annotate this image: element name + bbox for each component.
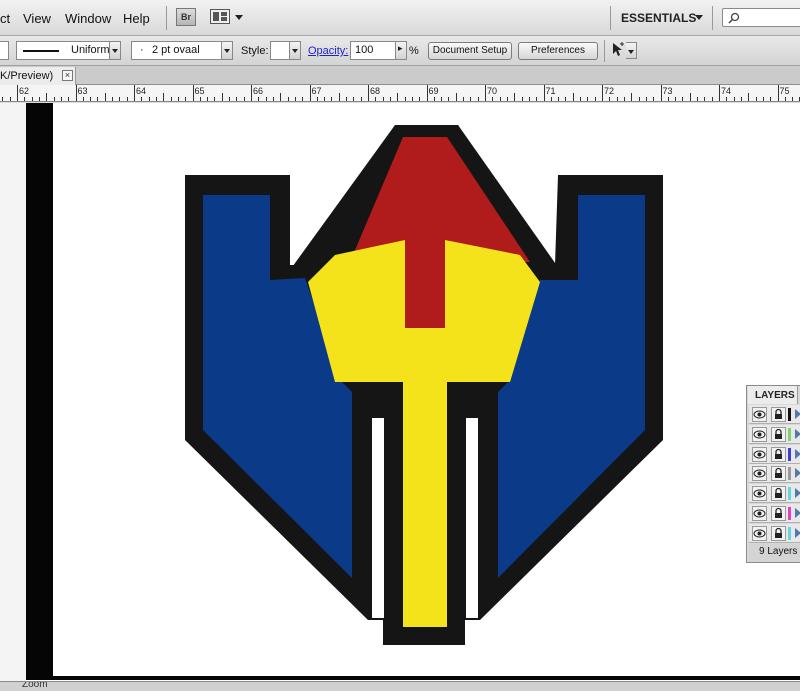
status-bar: Zoom [0,681,800,691]
eye-icon[interactable] [752,407,767,422]
eye-icon[interactable] [752,525,767,541]
lock-icon[interactable] [771,446,786,462]
lock-icon[interactable] [771,407,786,422]
eye-icon[interactable] [752,466,767,482]
expand-arrow-icon[interactable] [795,428,800,439]
layer-color-swatch [788,526,791,540]
layers-panel-tab[interactable]: LAYERS [748,386,798,404]
lock-icon[interactable] [771,426,786,442]
layers-panel-title: LAYERS [755,390,795,401]
layer-color-swatch [788,467,791,481]
expand-arrow-icon[interactable] [795,448,800,459]
eye-icon[interactable] [752,426,767,442]
lock-icon[interactable] [771,486,786,502]
expand-arrow-icon[interactable] [795,488,800,499]
layers-count: 9 Layers [759,546,798,557]
layer-row[interactable] [749,444,800,464]
layer-color-swatch [788,427,791,441]
lock-icon[interactable] [771,506,786,521]
lock-icon[interactable] [771,525,786,541]
expand-arrow-icon[interactable] [795,468,800,479]
layer-row[interactable] [749,405,800,424]
zoom-level[interactable]: Zoom [22,682,48,690]
logo-red-stem [405,240,445,328]
eye-icon[interactable] [752,446,767,462]
layer-color-swatch [788,507,791,520]
logo-yellow-stem [403,380,447,627]
eye-icon[interactable] [752,486,767,502]
layer-row[interactable] [749,504,800,523]
layer-color-swatch [788,408,791,421]
layers-footer: 9 Layers [749,544,800,562]
logo-right-gap [466,418,478,618]
layer-row[interactable] [749,464,800,484]
layer-color-swatch [788,487,791,501]
layer-row[interactable] [749,523,800,543]
layer-row[interactable] [749,424,800,444]
logo-artwork[interactable] [0,0,800,691]
layer-row[interactable] [749,484,800,504]
expand-arrow-icon[interactable] [795,508,800,518]
layers-panel: LAYERS 9 Layers [746,385,800,563]
lock-icon[interactable] [771,466,786,482]
expand-arrow-icon[interactable] [795,409,800,419]
expand-arrow-icon[interactable] [795,527,800,538]
logo-left-gap [372,418,384,618]
layer-color-swatch [788,447,791,461]
eye-icon[interactable] [752,506,767,521]
